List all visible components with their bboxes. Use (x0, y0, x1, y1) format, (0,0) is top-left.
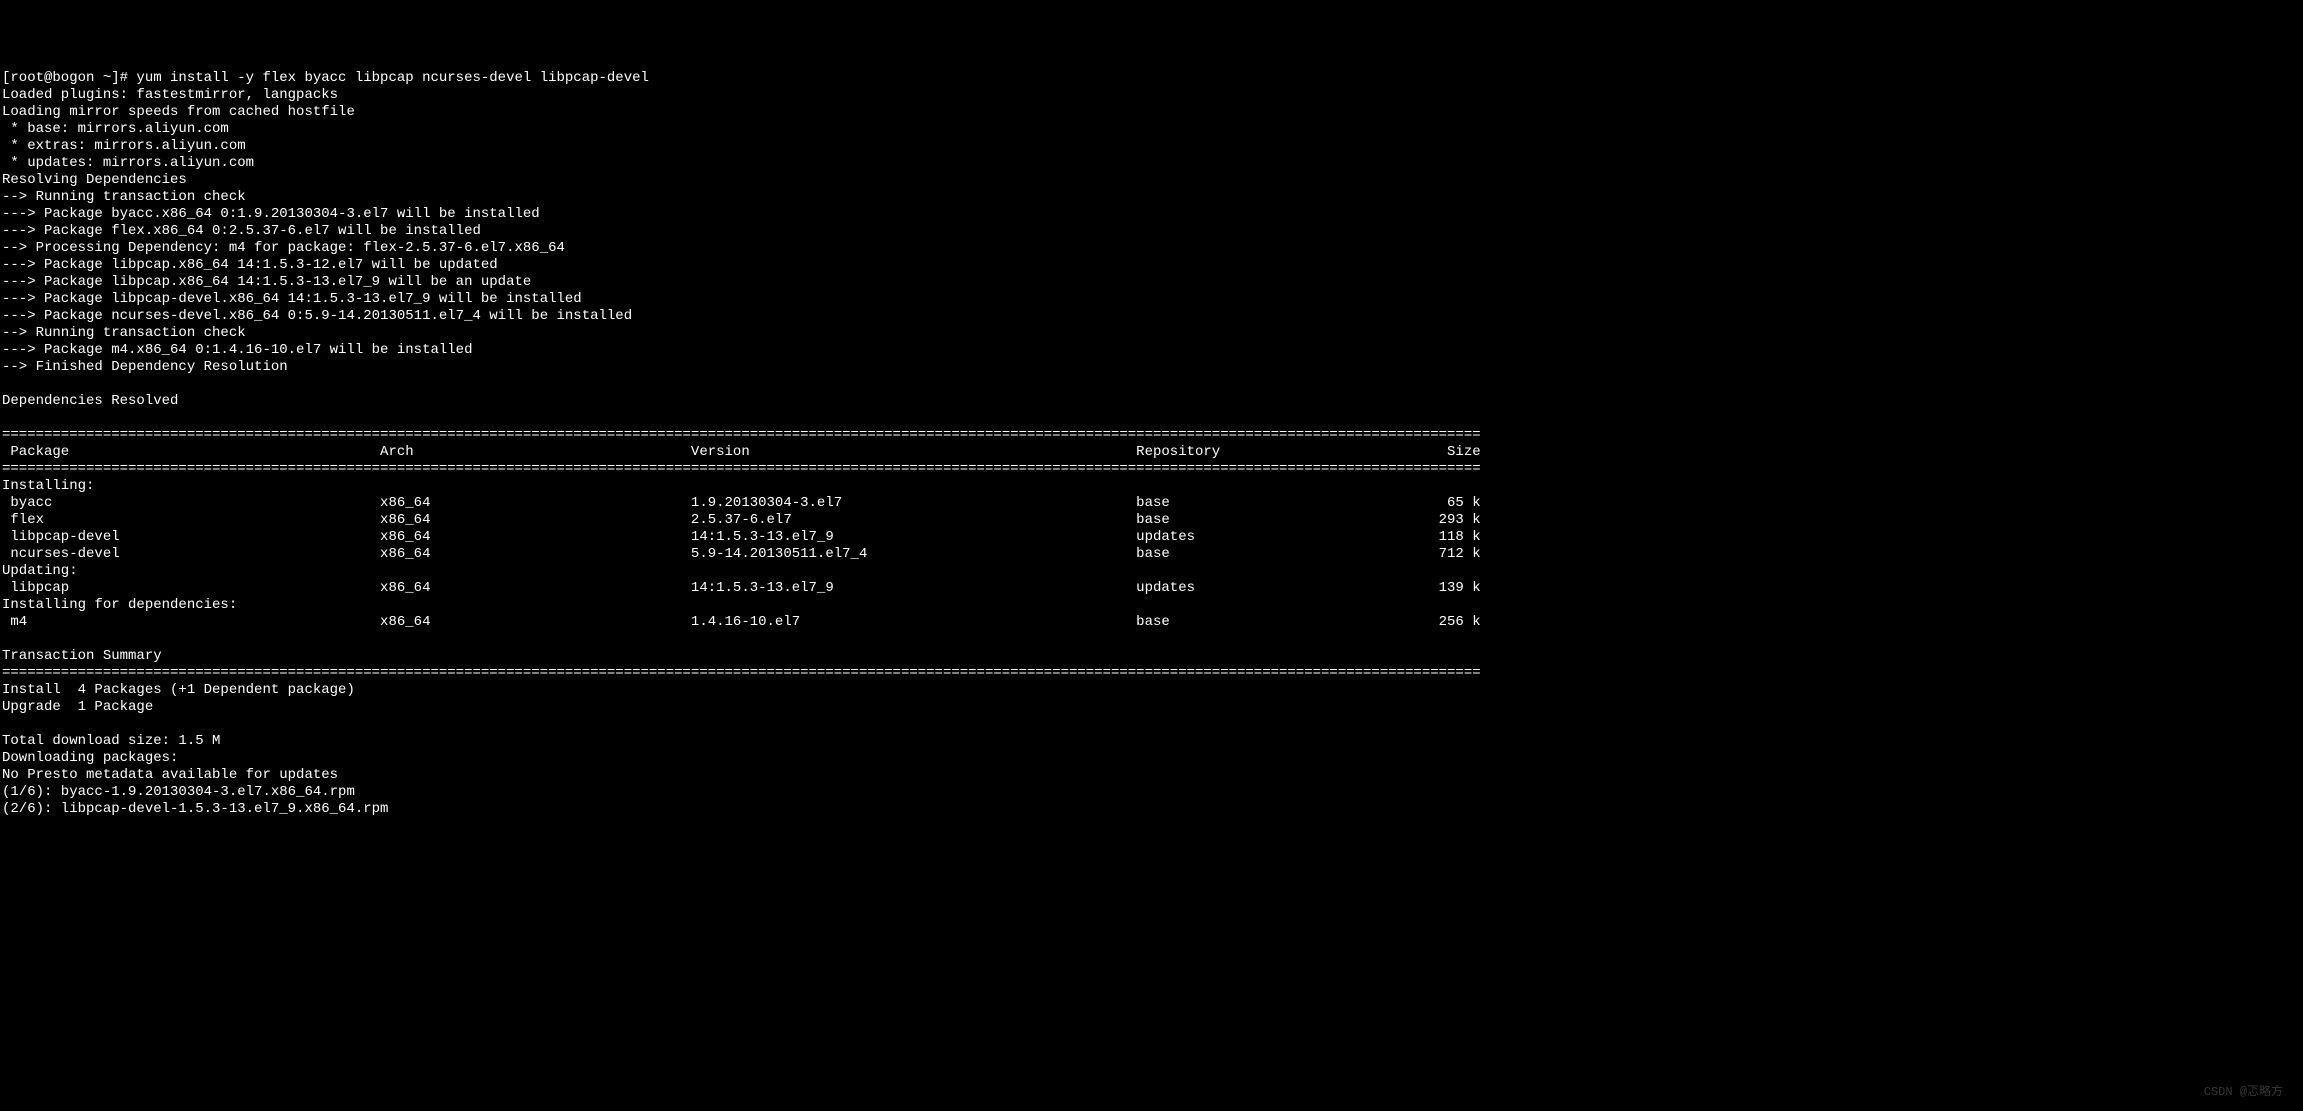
watermark: CSDN @忑略方 (2204, 1084, 2283, 1101)
resolving-line: ---> Package m4.x86_64 0:1.4.16-10.el7 w… (2, 342, 472, 358)
download-size: Total download size: 1.5 M (2, 733, 220, 749)
resolving-line: ---> Package byacc.x86_64 0:1.9.20130304… (2, 206, 540, 222)
table-row: ncurses-devel x86_64 5.9-14.20130511.el7… (2, 546, 1481, 562)
separator: ========================================… (2, 461, 1481, 477)
table-row: m4 x86_64 1.4.16-10.el7 base 256 k (2, 614, 1481, 630)
loading-line: * base: mirrors.aliyun.com (2, 121, 229, 137)
upgrade-summary: Upgrade 1 Package (2, 699, 153, 715)
install-summary: Install 4 Packages (+1 Dependent package… (2, 682, 355, 698)
resolving-line: --> Running transaction check (2, 189, 246, 205)
table-row: libpcap-devel x86_64 14:1.5.3-13.el7_9 u… (2, 529, 1481, 545)
transaction-summary: Transaction Summary (2, 648, 162, 664)
resolving-header: Resolving Dependencies (2, 172, 187, 188)
table-row: libpcap x86_64 14:1.5.3-13.el7_9 updates… (2, 580, 1481, 596)
resolving-line: ---> Package libpcap.x86_64 14:1.5.3-13.… (2, 274, 531, 290)
resolving-line: --> Finished Dependency Resolution (2, 359, 288, 375)
separator: ========================================… (2, 665, 1481, 681)
no-presto: No Presto metadata available for updates (2, 767, 338, 783)
downloading: Downloading packages: (2, 750, 178, 766)
terminal-output: [root@bogon ~]# yum install -y flex byac… (2, 70, 2301, 818)
resolving-line: ---> Package libpcap.x86_64 14:1.5.3-12.… (2, 257, 498, 273)
table-header: Package Arch Version Repository Size (2, 444, 1481, 460)
resolving-line: ---> Package flex.x86_64 0:2.5.37-6.el7 … (2, 223, 481, 239)
loading-line: Loading mirror speeds from cached hostfi… (2, 104, 355, 120)
installing-label: Installing: (2, 478, 94, 494)
updating-label: Updating: (2, 563, 78, 579)
resolving-line: ---> Package ncurses-devel.x86_64 0:5.9-… (2, 308, 632, 324)
table-row: flex x86_64 2.5.37-6.el7 base 293 k (2, 512, 1481, 528)
resolving-line: --> Processing Dependency: m4 for packag… (2, 240, 565, 256)
resolving-line: ---> Package libpcap-devel.x86_64 14:1.5… (2, 291, 582, 307)
loading-line: * updates: mirrors.aliyun.com (2, 155, 254, 171)
separator: ========================================… (2, 427, 1481, 443)
loading-line: * extras: mirrors.aliyun.com (2, 138, 246, 154)
prompt-line: [root@bogon ~]# yum install -y flex byac… (2, 70, 649, 86)
download-line: (1/6): byacc-1.9.20130304-3.el7.x86_64.r… (2, 784, 355, 800)
deps-resolved: Dependencies Resolved (2, 393, 178, 409)
download-line: (2/6): libpcap-devel-1.5.3-13.el7_9.x86_… (2, 801, 388, 817)
resolving-line: --> Running transaction check (2, 325, 246, 341)
loading-line: Loaded plugins: fastestmirror, langpacks (2, 87, 338, 103)
table-row: byacc x86_64 1.9.20130304-3.el7 base 65 … (2, 495, 1481, 511)
installing-deps-label: Installing for dependencies: (2, 597, 237, 613)
